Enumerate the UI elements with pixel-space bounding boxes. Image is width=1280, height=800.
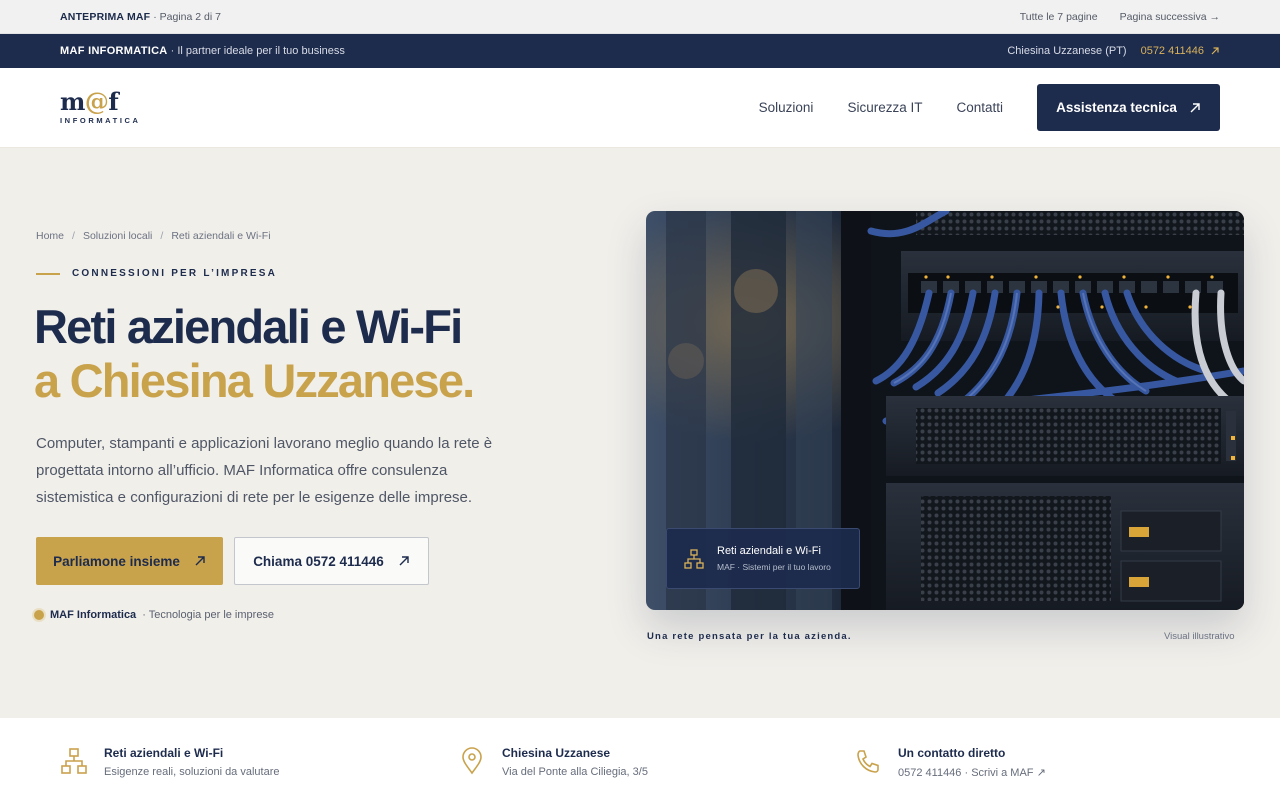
logo-main-suffix: f [108,87,119,116]
feature-subtitle: Esigenze reali, soluzioni da valutare [104,766,280,778]
arrow-up-right-icon [195,556,205,566]
nav-soluzioni[interactable]: Soluzioni [759,100,814,115]
feature-item: Un contatto diretto 0572 411446 · Scrivi… [854,718,1154,800]
page-title-line1: Reti aziendali e Wi-Fi [34,300,463,353]
feature-strip: Reti aziendali e Wi-Fi Esigenze reali, s… [0,718,1280,800]
info-phone-number: 0572 411446 [1140,45,1204,57]
arrow-up-right-icon [399,556,409,566]
eyebrow-text: CONNESSIONI PER L’IMPRESA [72,268,278,279]
image-badge-title: Reti aziendali e Wi-Fi [717,545,821,557]
arrow-up-right-icon [1211,47,1219,55]
feature-title: Chiesina Uzzanese [502,746,611,760]
tagline-dot [34,610,44,620]
site-header: m@f INFORMATICA Soluzioni Sicurezza IT C… [0,68,1280,148]
tagline-brand: MAF Informatica [50,609,137,621]
breadcrumb-soluzioni-locali[interactable]: Soluzioni locali [83,230,152,242]
feature-item: Reti aziendali e Wi-Fi Esigenze reali, s… [60,718,458,800]
image-caption: Una rete pensata per la tua azienda. [647,631,852,642]
all-pages-link[interactable]: Tutte le 7 pagine [1020,11,1098,23]
page-title: Reti aziendali e Wi-Fi a Chiesina Uzzane… [34,300,475,408]
tagline-text: · Tecnologia per le imprese [142,609,275,621]
feature-title: Un contatto diretto [898,746,1006,760]
breadcrumb-current: Reti aziendali e Wi-Fi [171,230,271,242]
image-badge: Reti aziendali e Wi-Fi MAF · Sistemi per… [666,528,860,589]
preview-label: ANTEPRIMA MAF [60,10,151,23]
arrow-up-right-icon [1190,102,1200,112]
phone-icon [857,750,879,773]
feature-contact-link[interactable]: 0572 411446 · Scrivi a MAF ↗ [898,766,1046,779]
page-title-line2: a Chiesina Uzzanese. [34,354,475,407]
breadcrumb-home[interactable]: Home [36,230,64,242]
info-phone-link[interactable]: 0572 411446 [1141,45,1220,57]
info-brand: MAF INFORMATICA [60,45,168,57]
network-icon [684,548,704,569]
next-page-link[interactable]: Pagina successiva → [1120,11,1220,23]
nav-sicurezza-it[interactable]: Sicurezza IT [847,100,922,115]
call-button-label: Chiama 0572 411446 [253,553,384,569]
main-nav: Soluzioni Sicurezza IT Contatti Assisten… [725,84,1220,131]
info-bar: MAF INFORMATICA · Il partner ideale per … [0,34,1280,68]
breadcrumb: Home / Soluzioni locali / Reti aziendali… [36,230,271,242]
hero-tagline: MAF Informatica · Tecnologia per le impr… [34,609,274,621]
logo[interactable]: m@f INFORMATICA [60,87,141,126]
info-slogan: · Il partner ideale per il tuo business [170,45,345,57]
hero-image: Reti aziendali e Wi-Fi MAF · Sistemi per… [646,211,1244,610]
map-pin-icon [462,747,482,775]
logo-subtitle: INFORMATICA [60,116,141,125]
assistenza-tecnica-button[interactable]: Assistenza tecnica [1037,84,1220,131]
parliamone-insieme-button[interactable]: Parliamone insieme [36,537,223,585]
preview-info: ANTEPRIMA MAF · Pagina 2 di 7 [60,11,221,23]
eyebrow-line [36,272,60,275]
preview-page-info: · Pagina 2 di 7 [153,10,221,23]
logo-main-prefix: m [60,87,85,116]
preview-bar: ANTEPRIMA MAF · Pagina 2 di 7 Tutte le 7… [0,0,1280,34]
breadcrumb-separator: / [160,230,164,242]
network-icon [61,748,87,774]
image-badge-subtitle: MAF · Sistemi per il tuo lavoro [717,562,831,572]
hero-description: Computer, stampanti e applicazioni lavor… [36,435,493,506]
image-note: Visual illustrativo [1164,631,1235,642]
parliamone-insieme-label: Parliamone insieme [53,553,180,569]
assistenza-tecnica-label: Assistenza tecnica [1056,100,1177,115]
breadcrumb-separator: / [72,230,75,242]
feature-subtitle: Via del Ponte alla Ciliegia, 3/5 [502,766,648,778]
call-button[interactable]: Chiama 0572 411446 [234,537,429,585]
logo-main-at: @ [84,87,109,116]
feature-title: Reti aziendali e Wi-Fi [104,746,224,760]
nav-contatti[interactable]: Contatti [956,100,1003,115]
info-location: Chiesina Uzzanese (PT) [1007,45,1127,57]
feature-item: Chiesina Uzzanese Via del Ponte alla Cil… [458,718,854,800]
hero-eyebrow: CONNESSIONI PER L’IMPRESA [36,268,277,279]
